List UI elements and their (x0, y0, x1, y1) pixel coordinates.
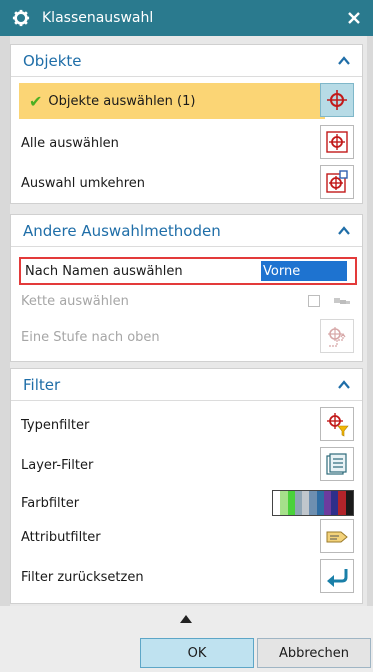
crosshair-icon (327, 90, 347, 110)
layer-filter-button[interactable] (320, 447, 354, 481)
color-swatch-cell (331, 491, 339, 515)
group-other-header[interactable]: Andere Auswahlmethoden (11, 215, 362, 247)
type-filter-label: Typenfilter (21, 417, 90, 433)
color-swatch-cell (345, 491, 353, 515)
color-swatch-cell (302, 491, 310, 515)
color-swatch-cell (280, 491, 288, 515)
invert-selection-row[interactable]: Auswahl umkehren (11, 165, 364, 201)
invert-selection-label: Auswahl umkehren (21, 175, 145, 191)
color-swatch-cell (323, 491, 332, 515)
color-filter-label: Farbfilter (21, 495, 80, 511)
level-up-row: Eine Stufe nach oben (11, 319, 364, 355)
ok-button[interactable]: OK (140, 638, 254, 668)
chevron-up-icon[interactable] (336, 223, 352, 239)
chevron-up-icon[interactable] (336, 377, 352, 393)
attribute-tag-icon (326, 531, 348, 543)
select-all-button[interactable] (320, 125, 354, 159)
select-all-icon (326, 131, 348, 153)
attribute-filter-row[interactable]: Attributfilter (11, 519, 364, 555)
select-all-row[interactable]: Alle auswählen (11, 125, 364, 161)
type-filter-button[interactable] (320, 407, 354, 441)
color-swatch-cell (309, 491, 317, 515)
select-objects-label: Objekte auswählen (1) (48, 93, 196, 109)
close-button[interactable] (343, 7, 365, 29)
select-objects-row[interactable]: ✔ Objekte auswählen (1) (19, 83, 325, 119)
level-up-button[interactable] (320, 319, 354, 353)
group-filter-header[interactable]: Filter (11, 369, 362, 401)
select-objects-button[interactable] (320, 83, 354, 117)
select-all-label: Alle auswählen (21, 135, 119, 151)
group-objects: Objekte ✔ Objekte auswählen (1) Alle aus… (10, 44, 363, 204)
type-filter-row[interactable]: Typenfilter (11, 407, 364, 443)
collapse-arrow-icon[interactable] (179, 614, 193, 624)
type-filter-icon (327, 413, 349, 437)
checkmark-icon: ✔ (29, 91, 43, 111)
select-by-name-label: Nach Namen auswählen (25, 263, 183, 279)
invert-selection-icon (326, 170, 348, 193)
level-up-label: Eine Stufe nach oben (21, 329, 160, 345)
group-filter: Filter Typenfilter Layer-Filter Farbfilt… (10, 368, 363, 604)
cancel-button[interactable]: Abbrechen (257, 638, 371, 668)
color-swatch-cell (316, 491, 324, 515)
invert-selection-button[interactable] (320, 165, 354, 199)
reset-filter-button[interactable] (320, 559, 354, 593)
chevron-up-icon[interactable] (336, 53, 352, 69)
group-objects-title: Objekte (23, 51, 82, 70)
chain-select-label: Kette auswählen (21, 293, 129, 309)
reset-filter-label: Filter zurücksetzen (21, 569, 144, 585)
undo-arrow-icon (327, 569, 348, 587)
chain-icon (334, 298, 350, 304)
layer-filter-label: Layer-Filter (21, 457, 94, 473)
level-up-icon (328, 327, 346, 347)
layer-filter-row[interactable]: Layer-Filter (11, 447, 364, 483)
group-filter-title: Filter (23, 375, 61, 394)
attribute-filter-button[interactable] (320, 519, 354, 553)
color-swatch-cell (294, 491, 303, 515)
chain-select-checkbox[interactable] (308, 295, 320, 307)
reset-filter-row[interactable]: Filter zurücksetzen (11, 559, 364, 595)
group-other-methods: Andere Auswahlmethoden Nach Namen auswäh… (10, 214, 363, 362)
layer-filter-icon (326, 453, 347, 475)
select-by-name-row: Nach Namen auswählen (19, 257, 357, 285)
color-swatch-cell (287, 491, 295, 515)
attribute-filter-label: Attributfilter (21, 529, 101, 545)
color-filter-swatch[interactable] (272, 490, 354, 516)
name-input[interactable] (261, 261, 347, 281)
group-objects-header[interactable]: Objekte (11, 45, 362, 77)
close-icon (348, 12, 360, 24)
color-swatch-cell (338, 491, 346, 515)
gear-icon (12, 9, 30, 27)
color-swatch-cell (273, 491, 281, 515)
title-bar: Klassenauswahl (0, 0, 373, 36)
window-title: Klassenauswahl (42, 10, 154, 26)
group-other-title: Andere Auswahlmethoden (23, 221, 221, 240)
